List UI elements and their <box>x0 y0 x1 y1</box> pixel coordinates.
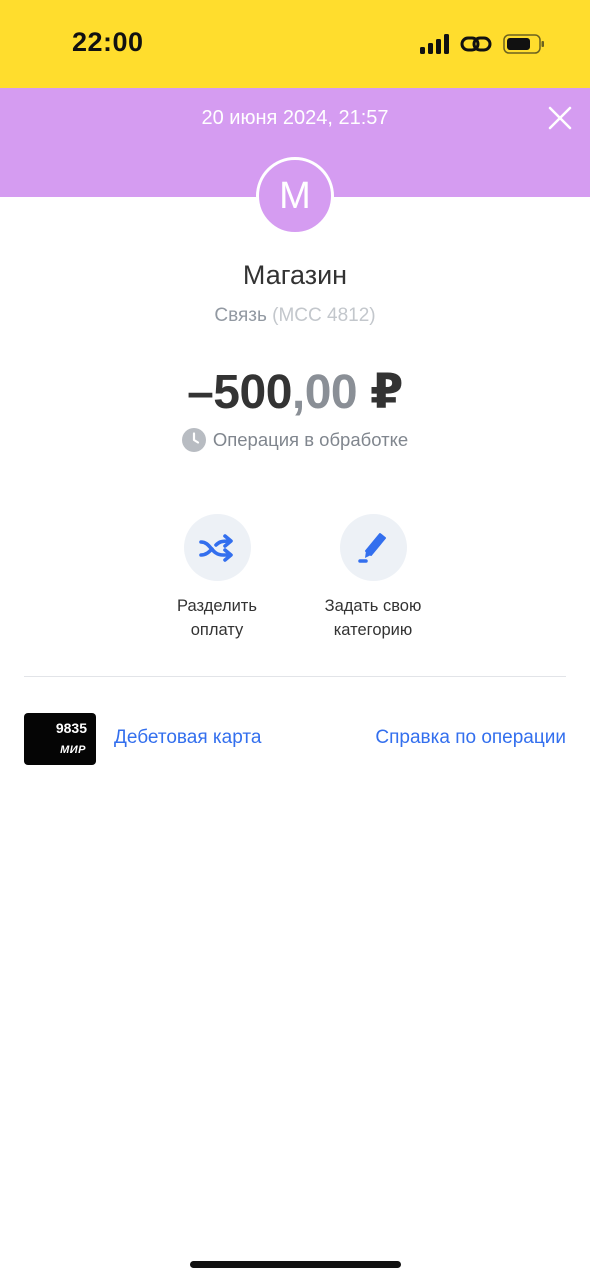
category-label-line1: Задать свою <box>324 597 422 615</box>
transaction-datetime: 20 июня 2024, 21:57 <box>201 107 389 129</box>
transaction-amount: –500,00 ₽ <box>0 364 590 420</box>
status-text: Операция в обработке <box>212 429 409 450</box>
split-payment-button[interactable]: Разделить оплату <box>147 514 287 642</box>
category-label-line2: категорию <box>333 621 413 639</box>
close-icon[interactable] <box>544 102 576 134</box>
card-last-digits: 9835 <box>55 720 87 736</box>
amount-integer: –500 <box>187 366 292 419</box>
split-button-circle[interactable] <box>183 514 251 581</box>
status-time: 22:00 <box>72 27 144 57</box>
merchant-avatar: М <box>256 157 334 235</box>
battery-icon <box>503 34 544 54</box>
debit-card-link[interactable]: Дебетовая карта <box>114 727 261 749</box>
transaction-status: Операция в обработке <box>0 428 590 452</box>
mcc-code: (MCC 4812) <box>272 305 376 326</box>
amount-fraction: ,00 <box>291 366 358 419</box>
link-icon <box>460 36 492 52</box>
category-name: Связь <box>214 305 267 326</box>
split-arrows-icon <box>199 533 233 562</box>
split-label-line2: оплату <box>190 621 244 639</box>
status-bar: 22:00 <box>0 0 590 88</box>
avatar-letter: М <box>279 174 311 217</box>
split-label-line1: Разделить <box>177 597 257 615</box>
set-category-label: Задать свою категорию <box>303 594 443 642</box>
card-thumbnail[interactable]: 9835 МИР <box>24 713 96 765</box>
operation-help-link[interactable]: Справка по операции <box>375 727 566 749</box>
divider <box>24 676 566 677</box>
pen-icon <box>358 532 386 563</box>
merchant-name: Магазин <box>242 260 348 290</box>
set-category-button[interactable]: Задать свою категорию <box>303 514 443 642</box>
clock-icon <box>181 428 206 452</box>
home-indicator[interactable] <box>190 1261 401 1268</box>
mir-logo: МИР <box>60 744 86 756</box>
currency-symbol: ₽ <box>369 366 403 419</box>
split-payment-label: Разделить оплату <box>147 594 287 642</box>
cellular-signal-icon <box>420 34 450 54</box>
category-button-circle[interactable] <box>339 514 407 581</box>
merchant-category: Связь (MCC 4812) <box>0 305 590 327</box>
